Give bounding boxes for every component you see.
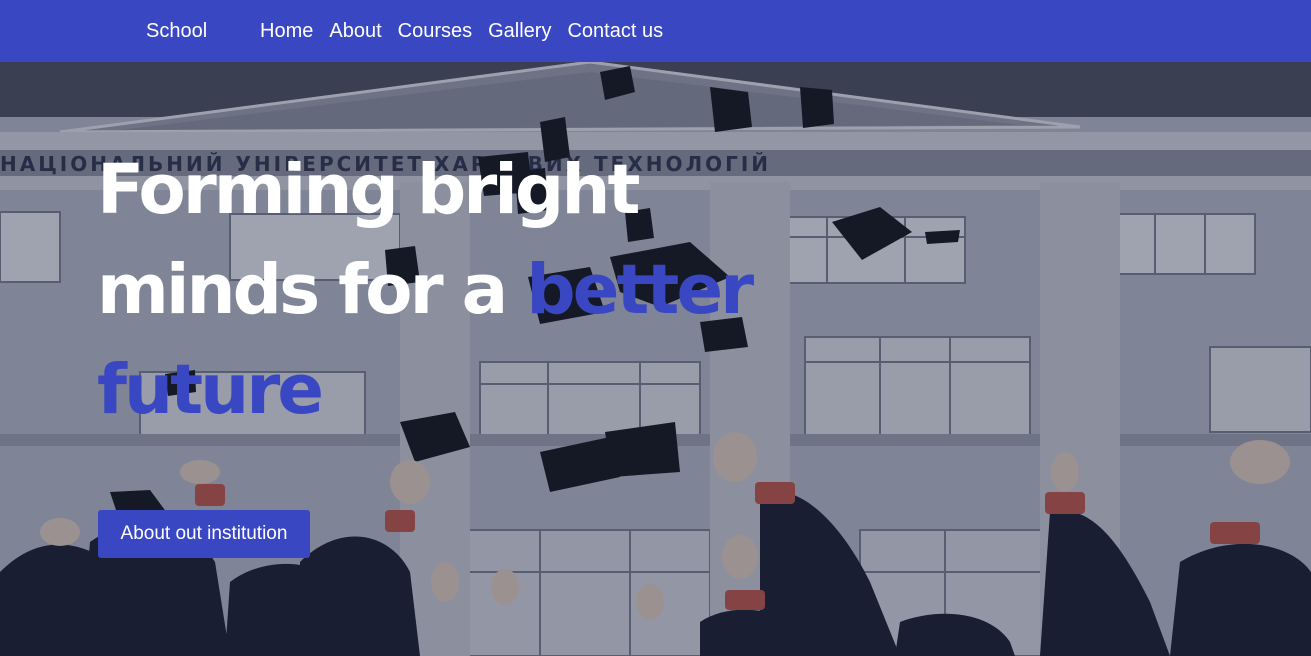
nav-link-contact[interactable]: Contact us: [567, 19, 663, 43]
nav-link-home[interactable]: Home: [260, 19, 313, 43]
top-navbar: School Home About Courses Gallery Contac…: [0, 0, 1311, 62]
hero-headline: Forming bright minds for a better future: [97, 140, 817, 440]
brand-logo-link[interactable]: School: [146, 19, 207, 43]
about-institution-button[interactable]: About out institution: [98, 510, 310, 558]
nav-links: Home About Courses Gallery Contact us: [260, 19, 663, 43]
nav-link-about[interactable]: About: [329, 19, 381, 43]
nav-link-courses[interactable]: Courses: [398, 19, 472, 43]
nav-link-gallery[interactable]: Gallery: [488, 19, 551, 43]
